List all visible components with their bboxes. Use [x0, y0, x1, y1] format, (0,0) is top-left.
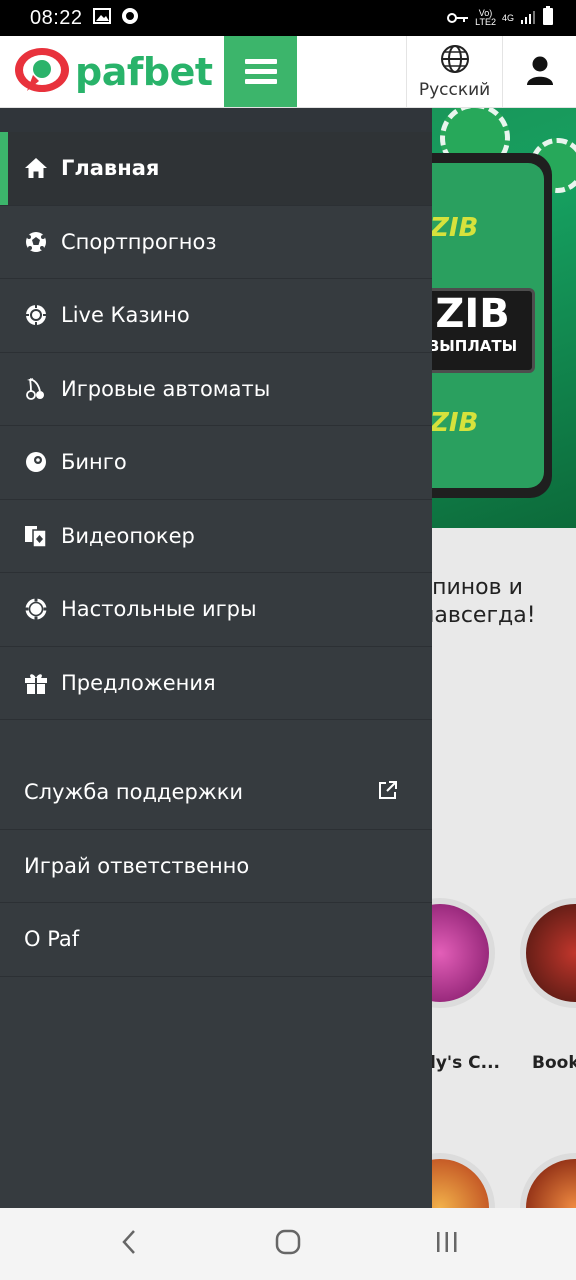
poker-chip-icon — [24, 597, 48, 621]
menu-item-label: Играй ответственно — [24, 853, 250, 878]
menu-item-label: О Paf — [24, 927, 80, 952]
menu-item-responsible-gaming[interactable]: Играй ответственно — [0, 830, 432, 903]
logo-mark-icon — [13, 45, 71, 99]
system-nav-bar — [0, 1208, 576, 1280]
menu-item-label: Служба поддержки — [24, 780, 244, 805]
back-button[interactable] — [99, 1214, 159, 1274]
roulette-chip-icon — [24, 303, 48, 327]
app-header: pafbet Русский — [0, 36, 576, 108]
account-button[interactable] — [502, 36, 576, 107]
promo-text: спинов и навсегда! — [420, 575, 536, 628]
status-bar: 08:22 Vo) LTE2 4G — [0, 0, 576, 36]
language-label: Русский — [418, 79, 491, 100]
game-label: Book — [532, 1053, 576, 1073]
menu-item-label: Видеопокер — [61, 523, 195, 548]
recent-apps-button[interactable] — [417, 1214, 477, 1274]
menu-item-live-casino[interactable]: Live Казино — [0, 279, 432, 353]
gift-icon — [24, 671, 48, 695]
menu-divider-space — [0, 720, 432, 756]
menu-item-label: Live Казино — [61, 303, 190, 328]
back-icon — [121, 1229, 137, 1259]
language-selector[interactable]: Русский — [406, 36, 502, 107]
cards-icon — [24, 524, 48, 548]
drawer-top-strip — [0, 108, 432, 132]
game-label: ly's C... — [430, 1053, 501, 1073]
banner-star-text: ZIB — [430, 213, 479, 243]
data-type-indicator: 4G — [501, 12, 514, 23]
menu-item-label: Настольные игры — [61, 597, 257, 622]
clock: 08:22 — [30, 6, 83, 29]
globe-icon — [440, 44, 470, 78]
menu-item-sports[interactable]: Спортпрогноз — [0, 206, 432, 279]
home-button[interactable] — [258, 1214, 318, 1274]
menu-item-about[interactable]: О Paf — [0, 903, 432, 977]
external-link-icon — [378, 780, 398, 805]
cherry-icon — [24, 377, 48, 401]
menu-item-label: Бинго — [61, 450, 127, 475]
menu-item-table-games[interactable]: Настольные игры — [0, 573, 432, 647]
recent-apps-icon — [435, 1230, 459, 1258]
navigation-drawer: Главная Спортпрогноз Live Казино Игровые… — [0, 108, 432, 1208]
image-icon — [92, 8, 111, 28]
menu-item-slots[interactable]: Игровые автоматы — [0, 353, 432, 426]
home-circle-icon — [275, 1229, 301, 1259]
user-icon — [526, 55, 554, 89]
battery-icon — [542, 6, 554, 30]
banner-star-text-2: ZIB — [430, 408, 479, 438]
game-tile[interactable] — [520, 1153, 576, 1208]
menu-item-label: Предложения — [61, 670, 216, 695]
game-tile[interactable] — [520, 898, 576, 1008]
signal-icon — [520, 9, 536, 28]
home-icon — [24, 156, 48, 180]
menu-item-offers[interactable]: Предложения — [0, 647, 432, 720]
menu-toggle-button[interactable] — [224, 36, 297, 107]
hamburger-menu-icon — [244, 54, 277, 89]
menu-item-home[interactable]: Главная — [0, 132, 432, 206]
menu-item-support[interactable]: Служба поддержки — [0, 756, 432, 830]
logo-text: pafbet — [75, 49, 213, 94]
whatsapp-icon — [121, 7, 139, 29]
menu-item-label: Игровые автоматы — [61, 376, 271, 401]
menu-item-video-poker[interactable]: Видеопокер — [0, 500, 432, 573]
menu-item-label: Спортпрогноз — [61, 229, 217, 254]
network-indicator: Vo) LTE2 — [475, 8, 496, 27]
bingo-ball-icon — [24, 450, 48, 474]
menu-item-label: Главная — [61, 156, 160, 181]
pafbet-logo[interactable]: pafbet — [0, 36, 224, 107]
key-icon — [447, 9, 469, 28]
menu-item-bingo[interactable]: Бинго — [0, 426, 432, 500]
soccer-ball-icon — [24, 230, 48, 254]
